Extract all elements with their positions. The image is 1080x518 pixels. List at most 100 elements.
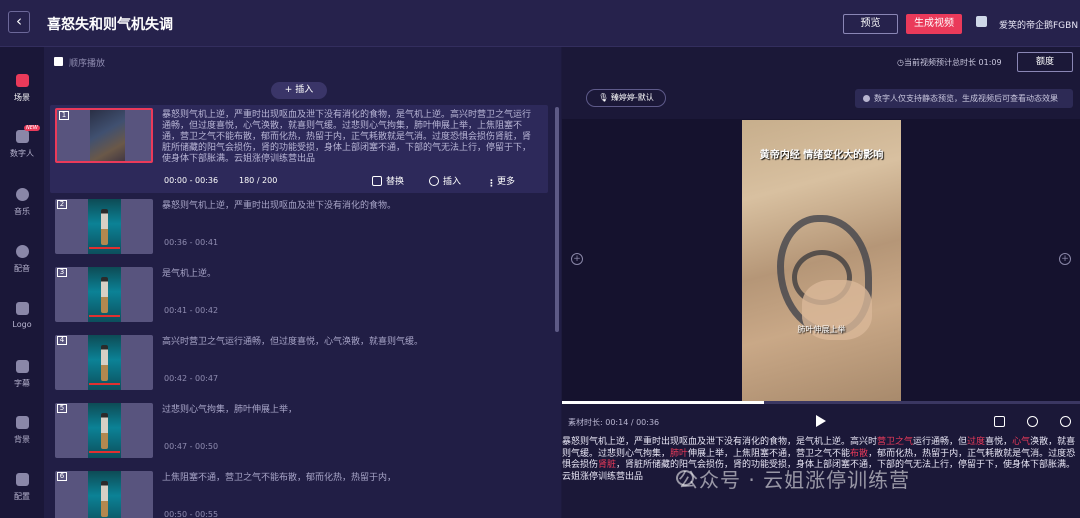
add-left-icon[interactable]: +: [571, 253, 583, 265]
thumbnail-image: [90, 110, 125, 161]
insert-button[interactable]: 插入: [429, 174, 461, 187]
sidebar-item-label: 音乐: [14, 207, 30, 216]
scene-time: 00:50 - 00:55: [164, 510, 219, 518]
preview-panel: ◷当前视频预计总时长 01:09 额度 🎙 臻婷婷-默认 数字人仅支持静态预览，…: [562, 47, 1080, 518]
insert-label: 插入: [443, 177, 462, 187]
scene-text[interactable]: 上焦阻塞不通，营卫之气不能布散，郁而化热，热留于内，: [162, 473, 537, 484]
highlighted-word: 布散: [850, 448, 869, 459]
figure-shape: [101, 413, 108, 449]
quota-button[interactable]: 额度: [1017, 52, 1073, 72]
video-caption: 黄帝内经 情绪变化大的影响: [759, 150, 884, 161]
add-right-icon[interactable]: +: [1059, 253, 1071, 265]
sidebar-item-label: 配音: [14, 264, 30, 273]
highlighted-word: 肺叶: [670, 448, 689, 459]
scene-number: 1: [59, 111, 69, 120]
estimated-total-duration: ◷当前视频预计总时长 01:09: [897, 58, 1002, 67]
sidebar-item-background[interactable]: 背景: [0, 416, 44, 445]
list-scrollbar[interactable]: [555, 107, 559, 332]
preview-button[interactable]: 预览: [843, 14, 898, 34]
sidebar-item-logo[interactable]: Logo: [0, 302, 44, 329]
scene-text[interactable]: 暴怒则气机上逆，严重时出现呕血及泄下没有消化的食物。: [162, 201, 537, 212]
info-icon: [863, 95, 870, 102]
scene-thumbnail[interactable]: 1: [55, 108, 153, 163]
scissors-icon[interactable]: [1027, 416, 1038, 427]
scene-time: 00:47 - 00:50: [164, 442, 219, 451]
floor-shape: [89, 383, 120, 385]
logo-icon: [15, 302, 29, 315]
scene-time: 00:41 - 00:42: [164, 306, 219, 315]
back-button[interactable]: ‹: [8, 11, 30, 33]
scene-thumbnail[interactable]: 6: [55, 471, 153, 518]
more-button[interactable]: ⋮更多: [487, 174, 515, 190]
floor-shape: [89, 247, 120, 249]
scene-text[interactable]: 暴怒则气机上逆，严重时出现呕血及泄下没有消化的食物，是气机上逆。高兴时营卫之气运…: [162, 110, 537, 165]
sidebar-item-dubbing[interactable]: 配音: [0, 245, 44, 274]
scene-thumbnail[interactable]: 4: [55, 335, 153, 390]
scene-time: 00:36 - 00:41: [164, 238, 219, 247]
scene-list-panel: 顺序播放 + 插入 1 暴怒则气机上逆，严重时出现呕血及泄下没有消化的食物，是气…: [44, 47, 561, 518]
video-subtitle: 肺叶伸展上举: [797, 325, 846, 334]
subtitle-icon: [15, 360, 29, 373]
sidebar-item-label: Logo: [12, 320, 32, 329]
gear-icon[interactable]: [1060, 416, 1071, 427]
highlighted-word: 心气: [1012, 437, 1031, 447]
subtitle-segment: 运行通畅，但: [913, 437, 968, 447]
sidebar-item-config[interactable]: 配置: [0, 473, 44, 502]
scene-number: 3: [57, 268, 67, 277]
sidebar-item-label: 数字人: [10, 149, 34, 158]
order-play-checkbox[interactable]: [54, 57, 63, 66]
subtitle-segment: 暴怒则气机上逆，严重时出现呕血及泄下没有消化的食物，是气机上逆。高兴时: [562, 437, 878, 447]
order-play-label: 顺序播放: [69, 59, 106, 69]
video-stage: + 黄帝内经 情绪变化大的影响 肺叶伸展上举 +: [562, 119, 1080, 401]
scene-icon: [15, 74, 29, 87]
sidebar-item-label: 配置: [14, 492, 30, 501]
scene-thumbnail[interactable]: 2: [55, 199, 153, 254]
preview-notice: 数字人仅支持静态预览，生成视频后可查看动态效果: [855, 89, 1073, 108]
scene-card[interactable]: 1 暴怒则气机上逆，严重时出现呕血及泄下没有消化的食物，是气机上逆。高兴时营卫之…: [50, 105, 548, 193]
avatar[interactable]: [976, 16, 987, 27]
digital-human-icon: [15, 130, 29, 143]
scene-text[interactable]: 过悲则心气拘集，肺叶伸展上举，: [162, 405, 537, 416]
sidebar-item-music[interactable]: 音乐: [0, 188, 44, 217]
scene-thumbnail[interactable]: 3: [55, 267, 153, 322]
scene-number: 5: [57, 404, 67, 413]
scene-text[interactable]: 高兴时营卫之气运行通畅，但过度喜悦，心气涣散，就喜则气缓。: [162, 337, 537, 348]
digital-human-toggle-icon[interactable]: [994, 416, 1005, 427]
replace-button[interactable]: 替换: [372, 174, 404, 187]
subtitle-segment: 喜悦，: [985, 437, 1013, 447]
playback-progress[interactable]: [562, 401, 1080, 404]
microphone-icon: 🎙: [598, 93, 611, 102]
scene-time: 00:42 - 00:47: [164, 374, 219, 383]
new-badge: NEW: [24, 125, 40, 131]
scene-number: 4: [57, 336, 67, 345]
sidebar-item-subtitle[interactable]: 字幕: [0, 360, 44, 389]
notice-text: 数字人仅支持静态预览，生成视频后可查看动态效果: [874, 94, 1058, 103]
play-icon[interactable]: [816, 415, 826, 427]
voice-selector[interactable]: 🎙 臻婷婷-默认: [586, 89, 666, 107]
highlighted-word: 肾脏: [598, 460, 617, 470]
sidebar-item-label: 场景: [14, 93, 30, 102]
voice-label: 臻婷婷-默认: [610, 93, 654, 102]
left-sidebar: 场景 NEW 数字人 音乐 配音 Logo 字幕 背景 配置: [0, 47, 44, 518]
scene-number: 2: [57, 200, 67, 209]
watermark: 公众号 · 云姐涨停训练营: [678, 468, 911, 492]
background-icon: [15, 416, 29, 429]
highlighted-word: 营卫之气: [877, 437, 914, 447]
username[interactable]: 爱笑的帝企鹅FGBN: [999, 18, 1078, 31]
sidebar-item-digital-human[interactable]: NEW 数字人: [0, 125, 44, 159]
char-count: 180 / 200: [239, 176, 278, 185]
video-preview[interactable]: 黄帝内经 情绪变化大的影响 肺叶伸展上举: [742, 120, 901, 401]
scene-thumbnail[interactable]: 5: [55, 403, 153, 458]
subtitle-segment: 伸展上举，上焦阻塞不通，营卫之气不能: [688, 448, 851, 459]
sidebar-item-scene[interactable]: 场景: [0, 74, 44, 103]
generate-video-button[interactable]: 生成视频: [906, 14, 962, 34]
top-bar: ‹ 喜怒失和则气机失调 预览 生成视频 爱笑的帝企鹅FGBN: [0, 0, 1080, 47]
replace-label: 替换: [386, 177, 405, 187]
highlighted-word: 过度: [967, 437, 986, 447]
scene-card[interactable]: 6 上焦阻塞不通，营卫之气不能布散，郁而化热，热留于内， 00:50 - 00:…: [50, 468, 548, 518]
scene-text[interactable]: 是气机上逆。: [162, 269, 537, 280]
figure-shape: [101, 481, 108, 517]
plus-icon: [429, 176, 439, 186]
scene-time: 00:00 - 00:36: [164, 176, 219, 185]
insert-scene-button[interactable]: + 插入: [271, 82, 327, 99]
